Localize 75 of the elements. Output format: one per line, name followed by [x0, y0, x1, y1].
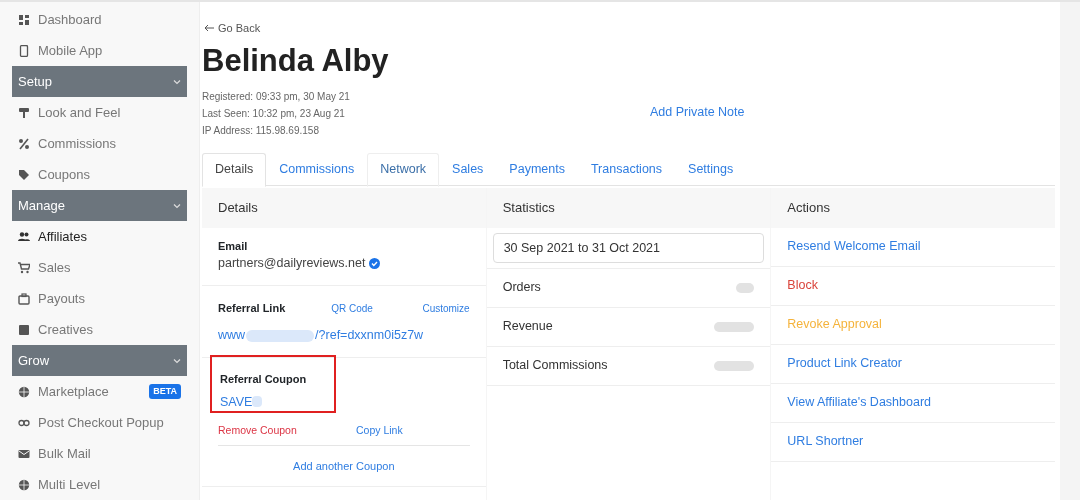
redacted-blur [714, 321, 755, 332]
field-label: Email [218, 238, 249, 254]
redacted-blur [714, 360, 755, 371]
sidebar-item[interactable]: Sales [12, 252, 187, 283]
coupon-code: SAVE [220, 393, 253, 411]
sidebar-section-header[interactable]: Setup [12, 66, 187, 97]
email-text: partners@dailyreviews.net [218, 255, 366, 272]
action-link[interactable]: URL Shortner [787, 432, 864, 451]
sidebar-item[interactable]: Payouts [12, 283, 187, 314]
image-icon [18, 323, 30, 336]
sidebar-item[interactable]: Coupons [12, 159, 187, 190]
add-private-note-link[interactable]: Add Private Note [650, 104, 745, 119]
tab[interactable]: Details [202, 152, 267, 187]
meta-text: Registered: 09:33 pm, 30 May 21 [202, 89, 351, 104]
users-icon [18, 230, 30, 243]
card-header: Actions [771, 187, 1055, 228]
action-link[interactable]: View Affiliate's Dashboard [787, 393, 931, 412]
tab[interactable]: Commissions [266, 152, 368, 187]
sidebar-item[interactable]: Affiliates [12, 221, 187, 252]
qr-code-link[interactable]: QR Code [331, 300, 423, 316]
tab[interactable]: Network [367, 152, 440, 187]
beta-badge: BETA [149, 383, 181, 400]
tab[interactable]: Sales [439, 152, 497, 187]
sidebar-item[interactable]: Creatives [12, 314, 187, 345]
go-back-link[interactable]: Go Back [218, 20, 261, 37]
percent-icon [18, 137, 30, 150]
envelope-icon [18, 447, 30, 460]
sidebar-item[interactable]: Commissions [12, 128, 187, 159]
stat-label: Orders [502, 279, 541, 297]
date-range-field[interactable]: 30 Sep 2021 to 31 Oct 2021 [492, 232, 765, 263]
phone-icon [18, 44, 30, 57]
referral-url-link[interactable]: www [218, 326, 246, 345]
globe-icon [18, 385, 30, 398]
globe-icon [18, 478, 30, 491]
tab[interactable]: Settings [675, 152, 747, 187]
stat-label: Revenue [502, 318, 553, 336]
meta-text: Last Seen: 10:32 pm, 23 Aug 21 [202, 106, 346, 121]
paint-roller-icon [18, 106, 30, 119]
meta-text: IP Address: 115.98.69.158 [202, 123, 320, 138]
affiliate-name: Belinda Alby [202, 41, 390, 80]
briefcase-icon [18, 292, 30, 305]
field-label: Referral Link [218, 300, 287, 316]
chevron-down-icon [173, 78, 181, 85]
customize-link[interactable]: Customize [422, 300, 470, 316]
sidebar-item[interactable]: Bulk Mail [12, 438, 187, 469]
chevron-down-icon [173, 357, 181, 364]
sidebar-section-header[interactable]: Manage [12, 190, 187, 221]
sidebar-section-header[interactable]: Grow [12, 345, 187, 376]
action-link[interactable]: Resend Welcome Email [787, 237, 921, 256]
redacted-blur [246, 329, 315, 342]
card-header: Statistics [486, 187, 771, 228]
copy-link[interactable]: Copy Link [356, 423, 403, 439]
sidebar-item[interactable]: Multi Level [12, 469, 187, 500]
tab[interactable]: Payments [496, 152, 578, 187]
card-header: Details [202, 187, 486, 228]
add-coupon-link[interactable]: Add another Coupon [293, 457, 395, 475]
field-label: Referral Coupon [220, 372, 308, 387]
cart-icon [18, 261, 30, 274]
remove-coupon-link[interactable]: Remove Coupon [218, 423, 356, 439]
sidebar-item[interactable]: Marketplace BETA [12, 376, 187, 407]
left-arrow-icon [204, 24, 214, 33]
redacted-blur [736, 282, 755, 293]
sidebar-item[interactable]: Post Checkout Popup [12, 407, 187, 438]
tab[interactable]: Transactions [577, 152, 676, 187]
chevron-down-icon [173, 202, 181, 209]
action-link[interactable]: Product Link Creator [787, 354, 902, 373]
referral-url-link[interactable]: /?ref=dxxnm0i5z7w [315, 326, 424, 345]
grid-icon [18, 13, 30, 26]
stat-label: Total Commissions [502, 357, 608, 375]
action-link[interactable]: Block [787, 276, 818, 295]
sidebar-item[interactable]: Dashboard [12, 4, 187, 35]
tag-icon [18, 168, 30, 181]
sidebar-item[interactable]: Mobile App [12, 35, 187, 66]
redacted-blur [252, 396, 263, 408]
sidebar-item[interactable]: Look and Feel [12, 97, 187, 128]
